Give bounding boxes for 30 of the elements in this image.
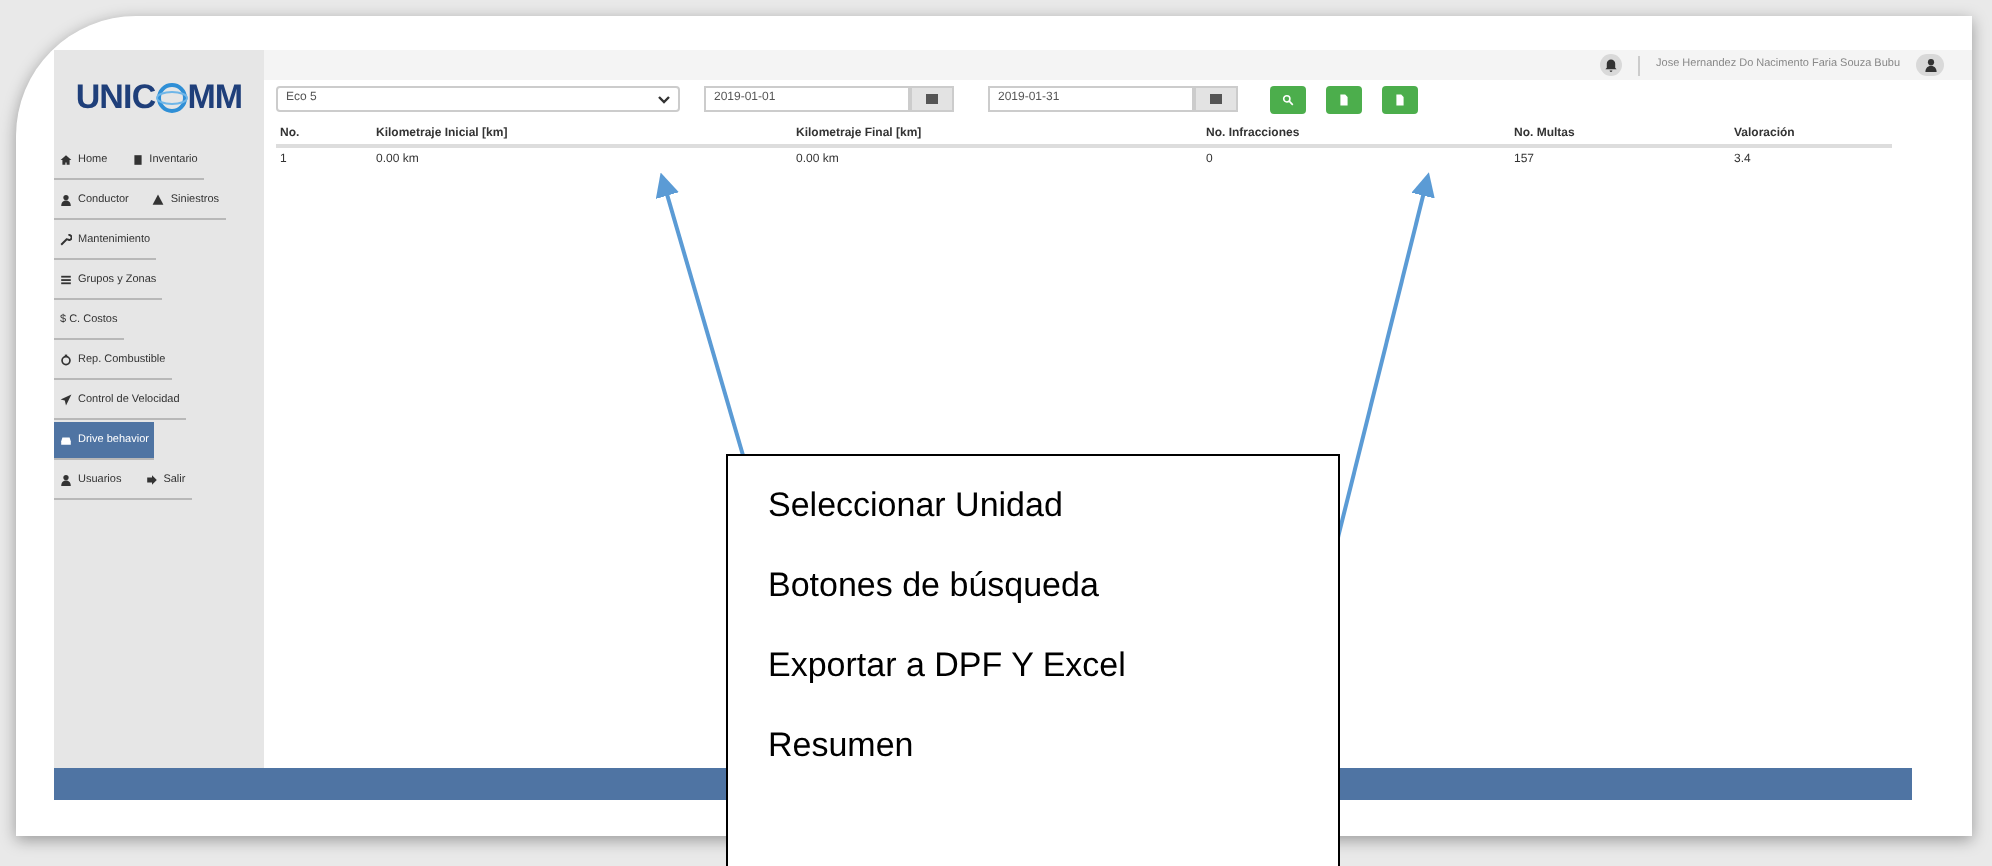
car-icon xyxy=(60,434,72,446)
calendar-button[interactable] xyxy=(910,86,954,112)
search-icon xyxy=(1282,93,1294,105)
calendar-button[interactable] xyxy=(1194,86,1238,112)
book-icon xyxy=(131,154,144,166)
callout-text: Resumen xyxy=(768,724,916,768)
user-icon xyxy=(60,194,72,206)
callout-text: Seleccionar Unidad xyxy=(768,484,1065,528)
home-icon xyxy=(60,154,72,166)
callout-text: Exportar a DPF Y Excel xyxy=(768,644,1128,688)
globe-icon xyxy=(155,81,188,113)
list-icon xyxy=(60,274,72,286)
caret-icon xyxy=(658,95,670,103)
wrench-icon xyxy=(60,234,72,246)
logo: UNIC MM xyxy=(75,75,243,120)
file-icon xyxy=(1338,93,1350,105)
calendar-icon xyxy=(926,94,938,104)
warning-icon xyxy=(152,194,165,206)
gauge-icon xyxy=(60,354,72,366)
callout-text: Botones de búsqueda xyxy=(768,564,1101,608)
bell-icon[interactable] xyxy=(1600,54,1623,76)
exit-icon xyxy=(145,474,158,486)
export-button[interactable] xyxy=(1382,85,1418,113)
export-button[interactable] xyxy=(1326,85,1362,113)
file-icon xyxy=(1394,93,1406,105)
user-icon[interactable] xyxy=(1916,54,1944,76)
paper-plane-icon xyxy=(60,394,72,406)
calendar-icon xyxy=(1210,94,1222,104)
user-icon xyxy=(60,474,72,486)
search-button[interactable] xyxy=(1270,85,1306,113)
